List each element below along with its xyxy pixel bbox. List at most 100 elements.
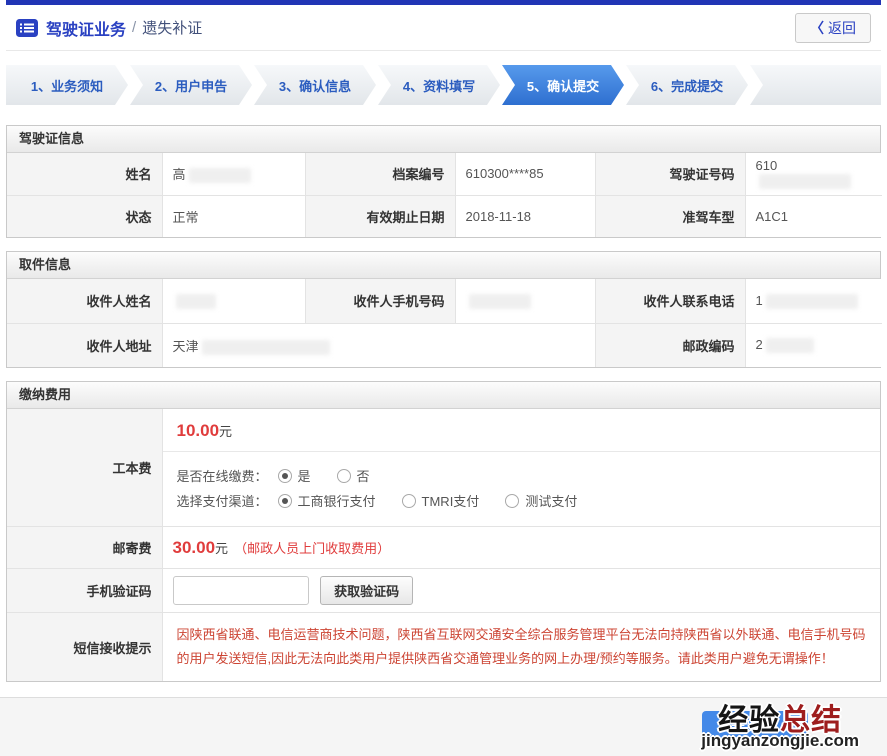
table-row: 姓名 高 档案编号 610300****85 驾驶证号码 610 — [7, 153, 882, 195]
field-value: A1C1 — [745, 195, 882, 237]
field-label: 手机验证码 — [7, 569, 162, 613]
table-row: 状态 正常 有效期止日期 2018-11-18 准驾车型 A1C1 — [7, 195, 882, 237]
field-label: 档案编号 — [305, 153, 455, 195]
table-row: 收件人地址 天津 邮政编码 2 — [7, 323, 882, 367]
page-header: 驾驶证业务 / 遗失补证 〈 返回 — [6, 5, 881, 51]
radio-label: 是 — [298, 466, 311, 485]
pay-channel-question-line: 选择支付渠道： 工商银行支付 TMRI支付 测试支付 — [177, 491, 867, 510]
field-label: 收件人联系电话 — [595, 279, 745, 323]
step-wizard: 1、业务须知 2、用户申告 3、确认信息 4、资料填写 5、确认提交 6、完成提… — [6, 65, 881, 105]
step-label: 5、确认提交 — [527, 76, 599, 95]
captcha-input[interactable] — [173, 576, 309, 605]
work-fee-row: 工本费 10.00元 是否在线缴费： 是 — [7, 409, 880, 527]
table-row: 收件人姓名 收件人手机号码 收件人联系电话 1 — [7, 279, 882, 323]
redacted-value — [202, 340, 330, 355]
step-label: 2、用户申告 — [155, 76, 227, 95]
field-label: 状态 — [7, 195, 162, 237]
license-info-section: 驾驶证信息 姓名 高 档案编号 610300****85 驾驶证号码 610 状… — [6, 125, 881, 238]
field-value: 2 — [745, 323, 882, 367]
work-fee-amount-line: 10.00元 — [163, 409, 881, 452]
redacted-value — [469, 294, 531, 309]
post-fee-row: 邮寄费 30.00元 （邮政人员上门收取费用） — [7, 527, 880, 569]
get-captcha-button[interactable]: 获取验证码 — [320, 576, 413, 605]
field-value: 高 — [162, 153, 305, 195]
radio-button[interactable] — [278, 469, 292, 483]
pay-channel-tmri[interactable]: TMRI支付 — [402, 491, 480, 510]
online-pay-option-yes[interactable]: 是 — [278, 466, 311, 485]
captcha-cell: 获取验证码 — [162, 569, 880, 613]
payment-title: 缴纳费用 — [7, 382, 880, 409]
pay-channel-icbc[interactable]: 工商银行支付 — [278, 491, 376, 510]
field-value: 1 — [745, 279, 882, 323]
field-label: 邮寄费 — [7, 527, 162, 569]
payment-table: 工本费 10.00元 是否在线缴费： 是 — [7, 409, 880, 681]
work-fee-value: 10.00元 是否在线缴费： 是 否 — [162, 409, 880, 527]
step-4-fill-data[interactable]: 4、资料填写 — [378, 65, 500, 105]
back-chevron-icon: 〈 — [810, 18, 824, 38]
step-label: 4、资料填写 — [403, 76, 475, 95]
previous-step-button[interactable]: 上一步 — [702, 711, 808, 740]
payment-section: 缴纳费用 工本费 10.00元 是否在线缴费： 是 — [6, 381, 881, 682]
step-3-confirm-info[interactable]: 3、确认信息 — [254, 65, 376, 105]
field-label: 收件人手机号码 — [305, 279, 455, 323]
field-label: 驾驶证号码 — [595, 153, 745, 195]
sms-notice-cell: 因陕西省联通、电信运营商技术问题，陕西省互联网交通安全综合服务管理平台无法向持陕… — [162, 613, 880, 682]
field-value — [455, 279, 595, 323]
radio-label: 工商银行支付 — [298, 491, 376, 510]
field-label: 有效期止日期 — [305, 195, 455, 237]
pickup-info-section: 取件信息 收件人姓名 收件人手机号码 收件人联系电话 1 收件人地址 天津 邮政… — [6, 251, 881, 368]
payment-options: 是否在线缴费： 是 否 选择支付渠道： — [163, 452, 881, 526]
post-fee-amount: 30.00 — [173, 538, 216, 557]
license-info-title: 驾驶证信息 — [7, 126, 880, 153]
field-value: 天津 — [162, 323, 595, 367]
radio-label: 测试支付 — [525, 491, 577, 510]
work-fee-unit: 元 — [219, 424, 232, 439]
radio-button[interactable] — [337, 469, 351, 483]
step-1-business-notes[interactable]: 1、业务须知 — [6, 65, 128, 105]
radio-button[interactable] — [505, 494, 519, 508]
field-label: 收件人地址 — [7, 323, 162, 367]
page-title: 驾驶证业务 — [46, 16, 126, 40]
back-button-label: 返回 — [828, 18, 856, 38]
radio-button[interactable] — [278, 494, 292, 508]
step-bar-filler — [750, 65, 881, 105]
field-value: 610 — [745, 153, 882, 195]
online-pay-option-no[interactable]: 否 — [337, 466, 370, 485]
captcha-row: 手机验证码 获取验证码 — [7, 569, 880, 613]
back-button[interactable]: 〈 返回 — [795, 13, 871, 43]
breadcrumb-separator: / — [132, 19, 136, 36]
pickup-info-title: 取件信息 — [7, 252, 880, 279]
radio-label: TMRI支付 — [422, 491, 480, 510]
step-label: 3、确认信息 — [279, 76, 351, 95]
redacted-value — [766, 338, 814, 353]
sms-notice-text: 因陕西省联通、电信运营商技术问题，陕西省互联网交通安全综合服务管理平台无法向持陕… — [177, 623, 867, 671]
step-6-finish-submit[interactable]: 6、完成提交 — [626, 65, 748, 105]
step-label: 1、业务须知 — [31, 76, 103, 95]
field-label: 收件人姓名 — [7, 279, 162, 323]
field-label: 工本费 — [7, 409, 162, 527]
field-label: 姓名 — [7, 153, 162, 195]
breadcrumb-current: 遗失补证 — [142, 17, 202, 38]
online-pay-question: 是否在线缴费： — [177, 466, 268, 485]
footer-bar: 上一步 — [0, 697, 887, 756]
field-value: 正常 — [162, 195, 305, 237]
page-container: 驾驶证业务 / 遗失补证 〈 返回 1、业务须知 2、用户申告 3、确认信息 4… — [6, 0, 881, 682]
step-label: 6、完成提交 — [651, 76, 723, 95]
field-label: 短信接收提示 — [7, 613, 162, 682]
license-info-table: 姓名 高 档案编号 610300****85 驾驶证号码 610 状态 正常 有… — [7, 153, 882, 237]
field-value — [162, 279, 305, 323]
radio-button[interactable] — [402, 494, 416, 508]
redacted-value — [176, 294, 216, 309]
field-label: 邮政编码 — [595, 323, 745, 367]
field-label: 准驾车型 — [595, 195, 745, 237]
redacted-value — [759, 174, 851, 189]
redacted-value — [766, 294, 858, 309]
pay-channel-test[interactable]: 测试支付 — [505, 491, 577, 510]
license-business-icon — [16, 19, 38, 37]
step-2-user-declaration[interactable]: 2、用户申告 — [130, 65, 252, 105]
online-pay-question-line: 是否在线缴费： 是 否 — [177, 466, 867, 485]
redacted-value — [189, 168, 251, 183]
post-fee-unit: 元 — [215, 541, 228, 556]
step-5-confirm-submit[interactable]: 5、确认提交 — [502, 65, 624, 105]
post-fee-note: （邮政人员上门收取费用） — [234, 541, 390, 556]
